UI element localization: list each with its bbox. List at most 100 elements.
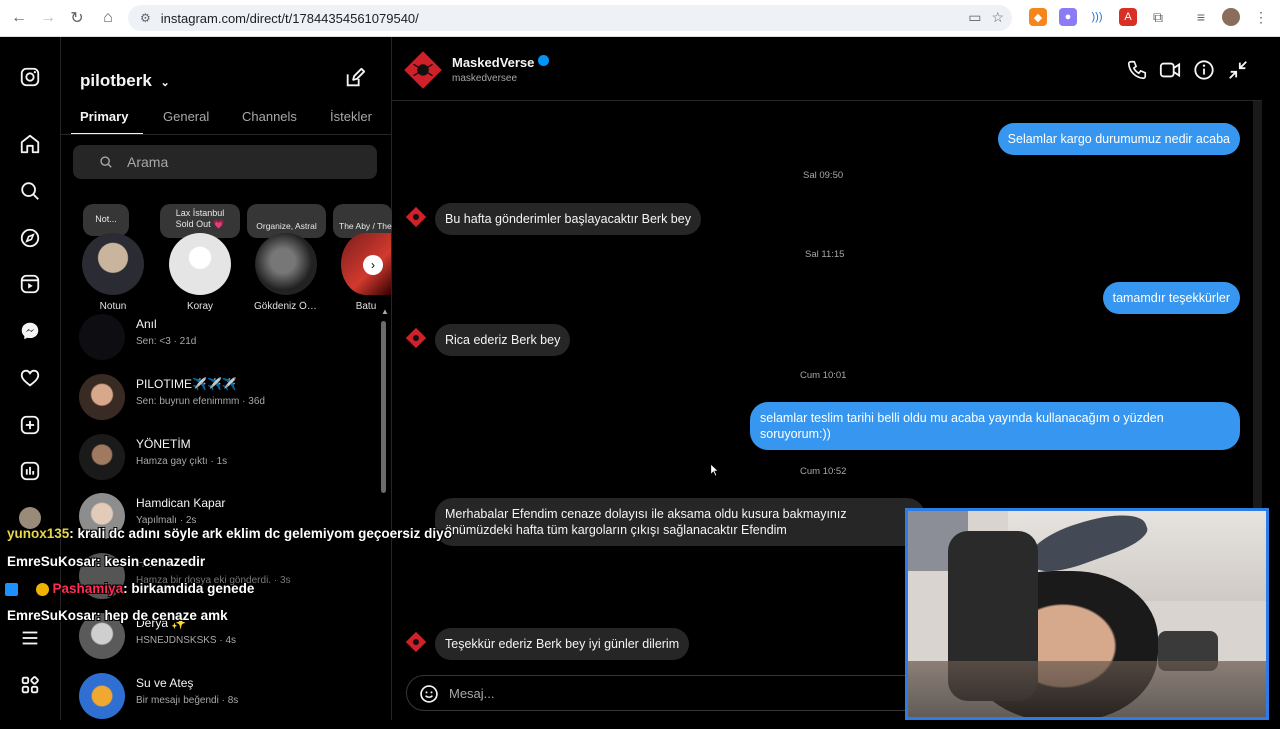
chrome-menu-icon[interactable]: ⋮ [1252, 8, 1270, 26]
search-icon[interactable] [19, 180, 41, 202]
incoming-message[interactable]: Bu hafta gönderimler başlayacaktır Berk … [435, 203, 701, 235]
stream-chat-user: EmreSuKosar [7, 554, 97, 569]
voice-call-icon[interactable] [1126, 59, 1148, 81]
maskedverse-avatar[interactable] [404, 51, 442, 89]
mouse-cursor-icon [710, 463, 719, 477]
conversation-preview: HSNEJDNSKSKS · 4s [136, 635, 237, 646]
story-name: Koray [186, 301, 214, 312]
conversation-item[interactable]: Su ve Ateş Bir mesajı beğendi · 8s [79, 673, 375, 729]
stream-chat-line: EmreSuKosar: hep de cenaze amk [7, 608, 228, 623]
conversation-info-icon[interactable] [1193, 59, 1215, 81]
extension-icon-3[interactable]: ))) [1088, 8, 1106, 26]
account-switcher[interactable]: pilotberk ⌄ [80, 71, 170, 91]
home-icon[interactable] [19, 133, 41, 155]
dashboard-icon[interactable] [19, 460, 41, 482]
apps-grid-icon[interactable] [19, 674, 41, 696]
avatar [82, 233, 144, 295]
explore-compass-icon[interactable] [19, 227, 41, 249]
incoming-message[interactable]: Rica ederiz Berk bey [435, 324, 571, 356]
address-bar[interactable]: ⚙ instagram.com/direct/t/178443545610795… [128, 5, 1012, 31]
conversation-name: Su ve Ateş [136, 676, 194, 690]
message-timestamp: Cum 10:52 [800, 466, 847, 477]
verified-badge-icon [538, 55, 549, 66]
stream-chat-line: yunox135: krali dc adını söyle ark eklim… [7, 526, 452, 541]
stream-chat-line: EmreSuKosar: kesin cenazedir [7, 554, 205, 569]
stories-next-arrow-icon[interactable]: › [363, 255, 383, 275]
url-text: instagram.com/direct/t/17844354561079540… [160, 10, 419, 26]
sender-avatar [405, 327, 427, 349]
instagram-logo-icon[interactable] [19, 66, 41, 88]
conversation-item[interactable]: YÖNETİM Hamza gay çıktı · 1s [79, 434, 375, 490]
emoji-icon[interactable] [419, 684, 439, 704]
extension-icon-2[interactable]: ● [1059, 8, 1077, 26]
conversation-preview: Yapılmalı · 2s [136, 515, 197, 526]
story-item[interactable]: Notun [81, 203, 145, 312]
chevron-down-icon: ⌄ [160, 77, 170, 89]
minimize-icon[interactable] [1227, 59, 1249, 81]
scrollbar-thumb[interactable] [381, 321, 386, 493]
avatar [79, 673, 125, 719]
new-message-compose-icon[interactable] [344, 67, 366, 89]
stream-chat-text: : krali dc adını söyle ark eklim dc gele… [69, 526, 452, 541]
message-timestamp: Cum 10:01 [800, 370, 847, 381]
tab-general[interactable]: General [163, 109, 209, 124]
profile-avatar[interactable] [1222, 8, 1240, 26]
stream-chat-text: : birkamdida genede [123, 581, 255, 596]
conversation-name: PILOTIME✈️✈️✈️ [136, 377, 237, 391]
messenger-icon[interactable] [19, 320, 41, 342]
site-info-icon[interactable]: ⚙ [140, 11, 151, 25]
story-name: Gökdeniz Özseç... [254, 301, 318, 312]
outgoing-message[interactable]: selamlar teslim tarihi belli oldu mu aca… [750, 402, 1240, 450]
conversation-list-scrollbar[interactable]: ▲ [380, 307, 389, 719]
reels-icon[interactable] [19, 273, 41, 295]
avatar [79, 314, 125, 360]
back-icon[interactable]: ← [4, 3, 34, 33]
stream-chat-text: : kesin cenazedir [96, 554, 206, 569]
avatar [169, 233, 231, 295]
video-call-icon[interactable] [1159, 59, 1181, 81]
conversation-item[interactable]: PILOTIME✈️✈️✈️ Sen: buyrun efenimmm · 36… [79, 374, 375, 430]
incoming-message[interactable]: Teşekkür ederiz Berk bey iyi günler dile… [435, 628, 690, 660]
metamask-extension-icon[interactable]: ◆ [1029, 8, 1047, 26]
forward-icon[interactable]: → [33, 3, 63, 33]
story-item[interactable]: Gökdeniz Özseç... [254, 203, 318, 312]
outgoing-message[interactable]: tamamdır teşekkürler [1102, 282, 1240, 314]
reload-icon[interactable]: ↻ [62, 3, 92, 33]
chat-handle: maskedversee [452, 73, 518, 84]
notifications-heart-icon[interactable] [19, 367, 41, 389]
outgoing-message[interactable]: Selamlar kargo durumumuz nedir acaba [997, 123, 1240, 155]
stream-chat-line: Pashamiya: birkamdida genede [5, 581, 254, 596]
tab-requests[interactable]: İstekler [330, 109, 372, 124]
conversation-preview: Bir mesajı beğendi · 8s [136, 695, 239, 706]
more-menu-icon[interactable] [19, 627, 41, 649]
stream-chat-user: yunox135 [7, 526, 70, 541]
tab-primary[interactable]: Primary [80, 109, 128, 124]
avatar [79, 434, 125, 480]
browser-toolbar: ← → ↻ ⌂ ⚙ instagram.com/direct/t/1784435… [0, 0, 1280, 37]
conversation-item[interactable]: Anıl Sen: <3 · 21d [79, 314, 375, 370]
incoming-message[interactable]: Merhabalar Efendim cenaze dolayısı ile a… [435, 498, 925, 546]
message-timestamp: Sal 09:50 [803, 170, 844, 181]
reading-list-icon[interactable]: ≡ [1192, 8, 1210, 26]
home-icon[interactable]: ⌂ [93, 3, 123, 33]
avatar [255, 233, 317, 295]
install-app-icon[interactable]: ▭ [968, 9, 981, 26]
tab-channels[interactable]: Channels [242, 109, 297, 124]
chat-badge-icon [35, 582, 49, 596]
chat-title[interactable]: MaskedVerse [452, 55, 534, 70]
stream-chat-text: : hep de cenaze amk [96, 608, 228, 623]
pdf-extension-icon[interactable]: A [1119, 8, 1137, 26]
conversation-name: Anıl [136, 317, 157, 331]
story-item[interactable]: Koray [168, 203, 232, 312]
search-icon [100, 156, 112, 168]
chat-header: MaskedVerse maskedversee [392, 37, 1262, 101]
sender-avatar [405, 206, 427, 228]
bookmark-star-icon[interactable]: ☆ [991, 9, 1004, 26]
search-input[interactable]: Arama [73, 145, 377, 179]
create-plus-icon[interactable] [19, 414, 41, 436]
message-timestamp: Sal 11:15 [805, 249, 845, 260]
conversation-preview: Hamza gay çıktı · 1s [136, 456, 228, 467]
search-placeholder: Arama [127, 154, 169, 170]
extensions-puzzle-icon[interactable]: ⧉ [1149, 8, 1167, 26]
conversation-name: Hamdican Kapar [136, 496, 226, 510]
